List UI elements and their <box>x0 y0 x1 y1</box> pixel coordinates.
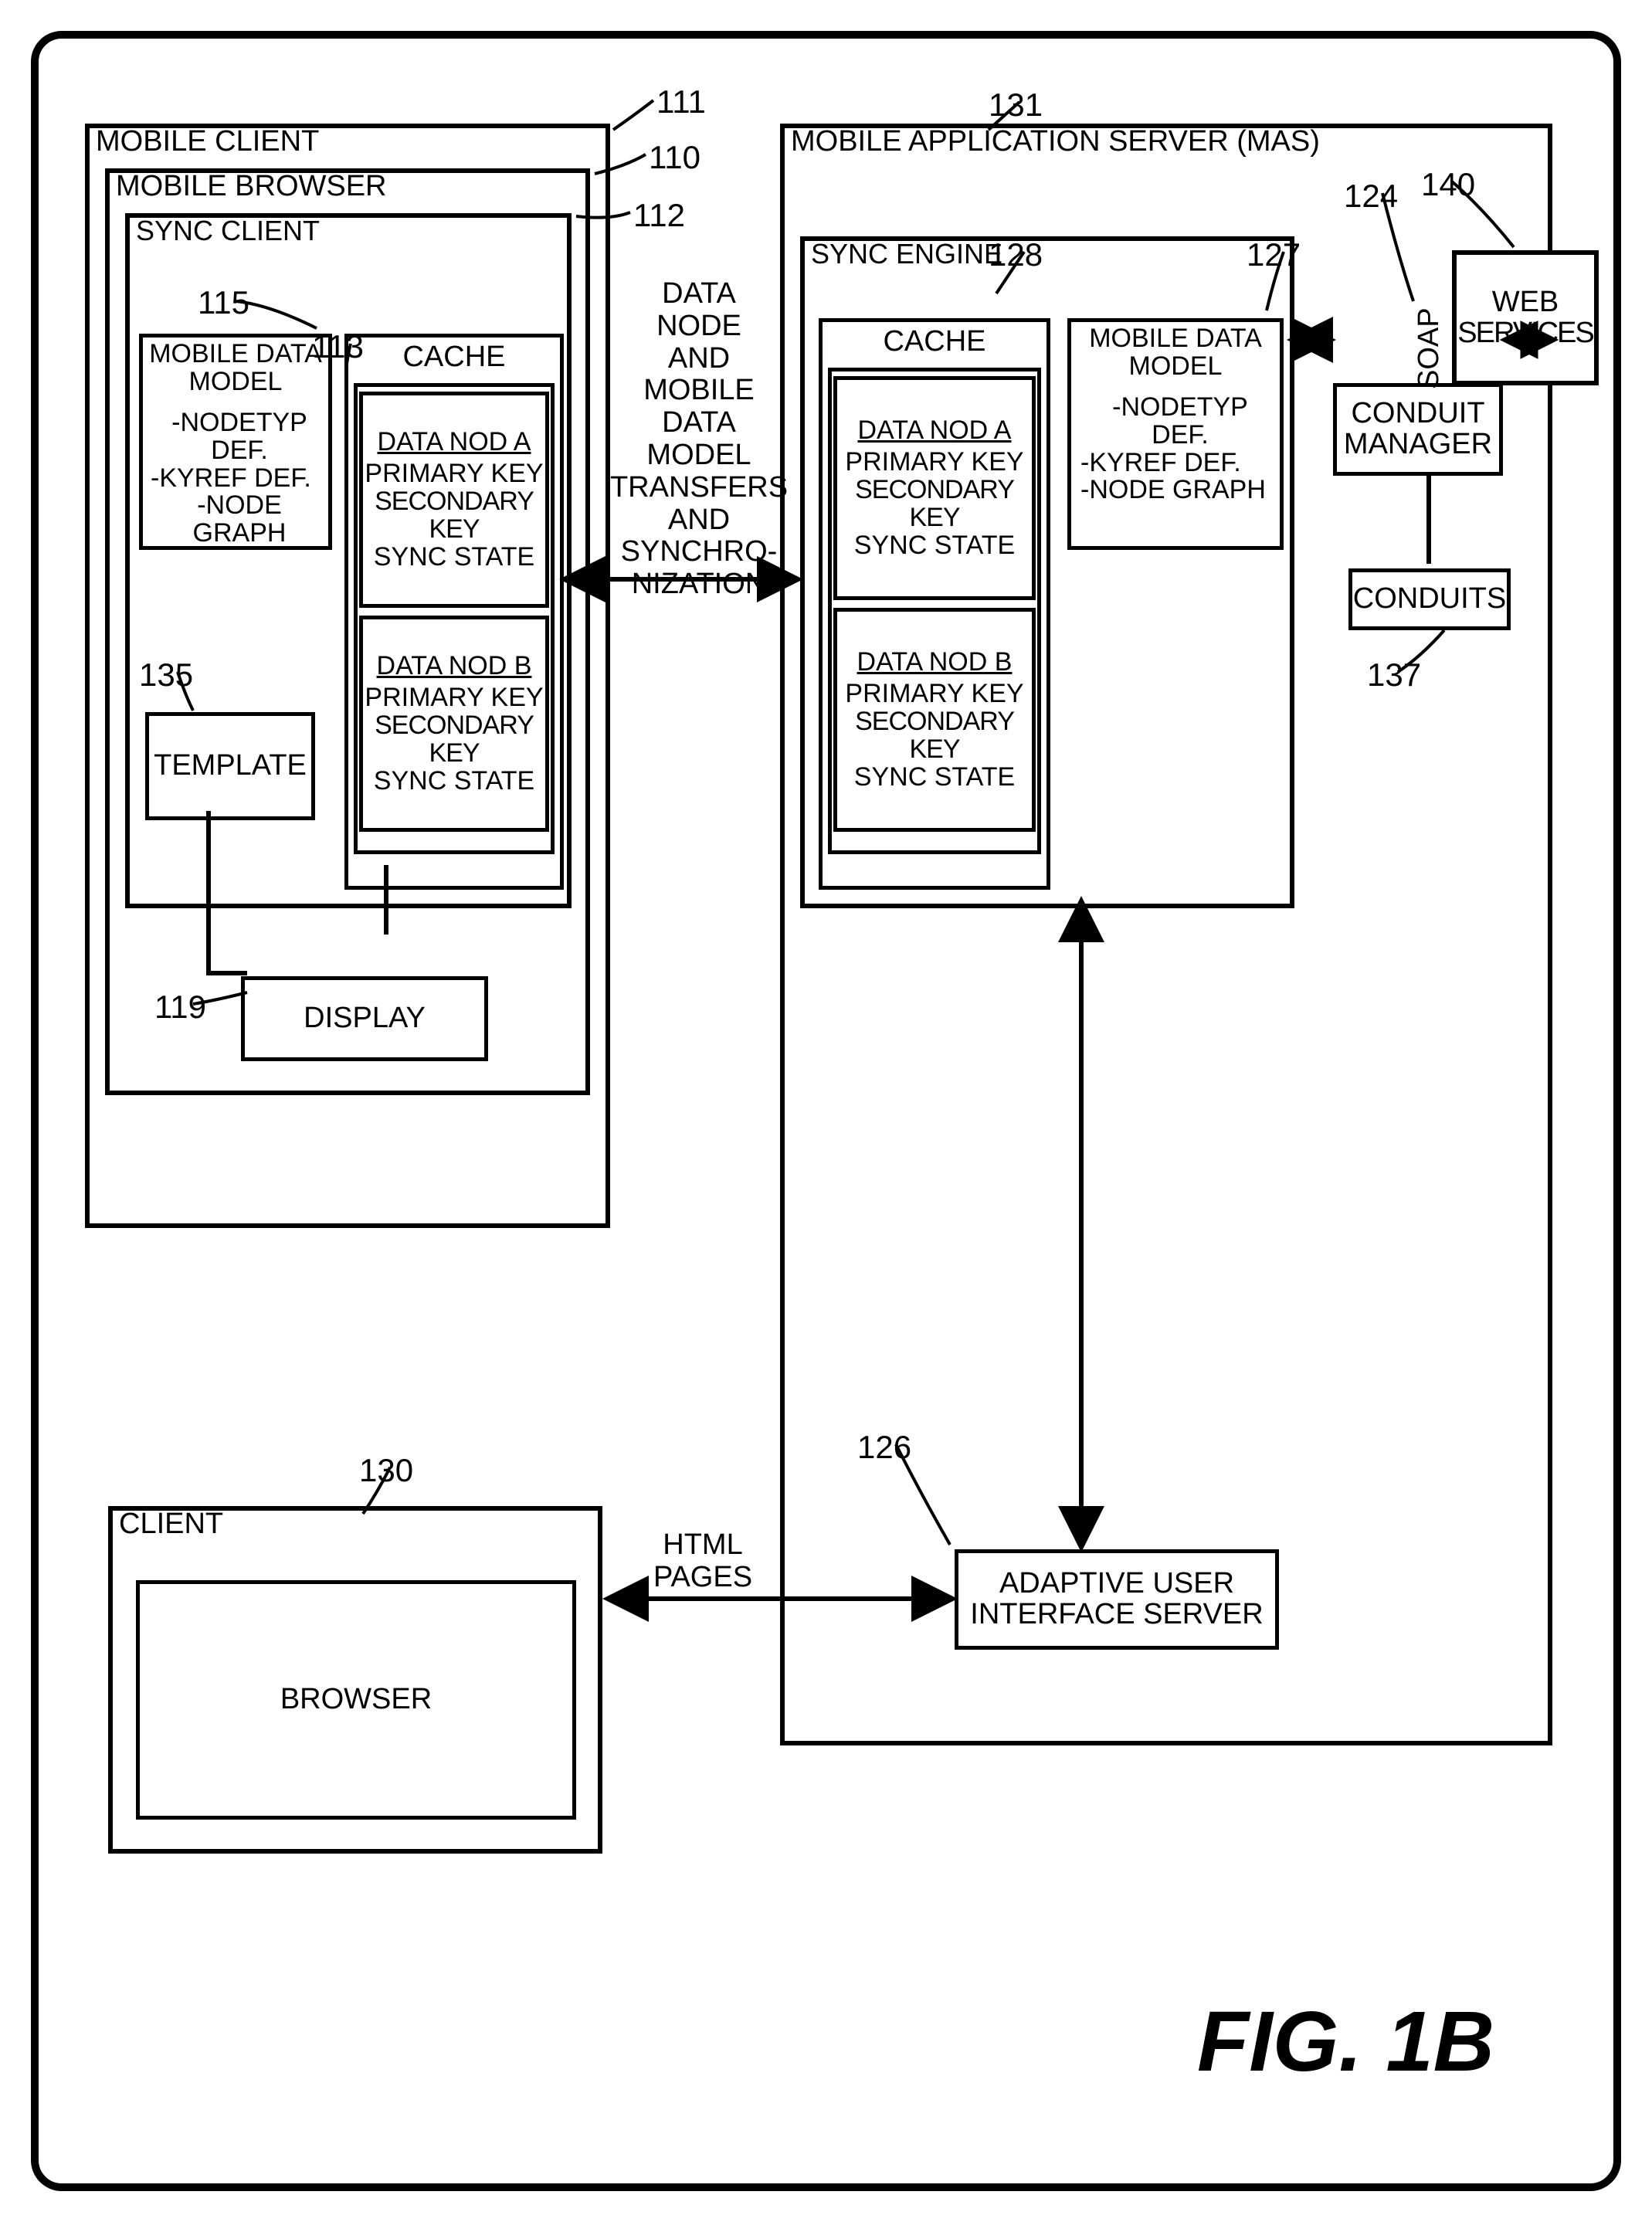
client-mdm-title2: MODEL <box>189 368 283 396</box>
client-node-a: DATA NOD A PRIMARY KEY SECONDARY KEY SYN… <box>359 392 549 608</box>
html-l2: PAGES <box>653 1562 752 1594</box>
sync-l2: AND MOBILE <box>618 343 780 408</box>
sync-l7: NIZATION <box>632 568 767 601</box>
mas-node-a-l1: PRIMARY KEY <box>845 449 1023 477</box>
mas-node-b: DATA NOD B PRIMARY KEY SECONDARY KEY SYN… <box>833 608 1036 832</box>
ref-110: 110 <box>649 139 700 176</box>
client-cache-inner: DATA NOD A PRIMARY KEY SECONDARY KEY SYN… <box>354 383 555 854</box>
conduits-box: CONDUITS <box>1348 568 1511 630</box>
ref-137: 137 <box>1367 656 1421 694</box>
client-mdm-l1: -NODETYP DEF. <box>151 409 328 464</box>
mas-node-a-t: DATA NOD A <box>857 417 1011 445</box>
display-label: DISPLAY <box>304 1003 426 1034</box>
client-node-b-l2: SECONDARY KEY <box>365 712 544 767</box>
sync-connection-label: DATA NODE AND MOBILE DATA MODEL TRANSFER… <box>618 278 780 601</box>
sync-engine-label: SYNC ENGINE <box>811 238 1002 270</box>
mas-node-b-l3: SYNC STATE <box>854 764 1015 792</box>
mas-node-b-l1: PRIMARY KEY <box>845 680 1023 708</box>
ref-112: 112 <box>633 197 685 234</box>
sync-l3: DATA MODEL <box>618 407 780 472</box>
sync-l5: AND <box>668 504 730 537</box>
web-l2: SERVICES <box>1457 318 1593 349</box>
mobile-browser-box: MOBILE BROWSER SYNC CLIENT MOBILE DATA M… <box>105 168 590 1095</box>
client-mdm-l3: -NODE GRAPH <box>151 492 328 547</box>
aui-l2: INTERFACE SERVER <box>970 1600 1263 1630</box>
mas-mdm-l3: -NODE GRAPH <box>1080 477 1266 504</box>
aui-server-box: ADAPTIVE USER INTERFACE SERVER <box>955 1549 1279 1650</box>
ref-140: 140 <box>1421 166 1475 203</box>
template-label: TEMPLATE <box>154 751 307 782</box>
conduit-mgr-l2: MANAGER <box>1344 429 1492 460</box>
ref-130: 130 <box>359 1452 413 1489</box>
mas-mdm-l2: -KYREF DEF. <box>1080 449 1241 477</box>
mobile-client-label: MOBILE CLIENT <box>96 125 319 158</box>
mas-node-a-l3: SYNC STATE <box>854 532 1015 560</box>
soap-l: SOAP <box>1413 307 1445 389</box>
figure-title: FIG. 1B <box>1197 1993 1494 2091</box>
client-node-b: DATA NOD B PRIMARY KEY SECONDARY KEY SYN… <box>359 616 549 832</box>
client-node-a-t: DATA NOD A <box>377 429 531 456</box>
client-node-b-l3: SYNC STATE <box>374 768 534 796</box>
soap-connection-label: SOAP <box>1413 307 1446 389</box>
mas-label: MOBILE APPLICATION SERVER (MAS) <box>791 125 1320 158</box>
template-box: TEMPLATE <box>145 712 315 820</box>
mas-mdm-box: MOBILE DATA MODEL -NODETYP DEF. -KYREF D… <box>1067 318 1284 550</box>
mobile-browser-label: MOBILE BROWSER <box>116 170 387 203</box>
html-l1: HTML <box>663 1529 742 1562</box>
mas-node-b-l2: SECONDARY KEY <box>839 708 1030 763</box>
ref-124: 124 <box>1344 178 1398 215</box>
aui-l1: ADAPTIVE USER <box>999 1569 1234 1600</box>
conduit-mgr-l1: CONDUIT <box>1351 399 1484 429</box>
web-l1: WEB <box>1492 287 1559 318</box>
mas-cache-box: CACHE DATA NOD A PRIMARY KEY SECONDARY K… <box>819 318 1050 890</box>
sync-client-label: SYNC CLIENT <box>136 215 320 247</box>
ref-111: 111 <box>656 83 706 120</box>
display-box: DISPLAY <box>241 976 488 1061</box>
ref-135: 135 <box>139 656 193 694</box>
ref-115: 115 <box>198 284 249 321</box>
client-node-b-t: DATA NOD B <box>377 653 532 680</box>
client-browser-label: BROWSER <box>280 1684 432 1715</box>
mas-node-a: DATA NOD A PRIMARY KEY SECONDARY KEY SYN… <box>833 376 1036 600</box>
ref-119: 119 <box>154 989 206 1026</box>
mas-cache-inner: DATA NOD A PRIMARY KEY SECONDARY KEY SYN… <box>828 368 1041 854</box>
mas-mdm-t2: MODEL <box>1129 353 1223 381</box>
conduits-label: CONDUITS <box>1353 584 1506 615</box>
client-node-a-l3: SYNC STATE <box>374 544 534 572</box>
mas-node-b-t: DATA NOD B <box>857 649 1013 677</box>
ref-126: 126 <box>857 1429 911 1466</box>
client-title: CLIENT <box>119 1508 223 1541</box>
mas-cache-label: CACHE <box>883 325 985 358</box>
client-mdm-l2: -KYREF DEF. <box>151 465 311 493</box>
client-cache-label: CACHE <box>402 341 505 374</box>
client-mdm-title1: MOBILE DATA <box>149 341 322 368</box>
html-connection-label: HTML PAGES <box>649 1529 757 1594</box>
diagram-canvas: MOBILE CLIENT MOBILE BROWSER SYNC CLIENT… <box>31 31 1621 2191</box>
mas-node-a-l2: SECONDARY KEY <box>839 477 1030 531</box>
client-node-a-l1: PRIMARY KEY <box>365 460 543 488</box>
mas-mdm-l1: -NODETYP DEF. <box>1080 394 1280 449</box>
client-browser-box: BROWSER <box>136 1580 576 1820</box>
conduit-manager-box: CONDUIT MANAGER <box>1333 383 1503 476</box>
client-node-a-l2: SECONDARY KEY <box>365 488 544 543</box>
sync-engine-box: SYNC ENGINE CACHE DATA NOD A PRIMARY KEY… <box>800 236 1294 908</box>
client-mdm-box: MOBILE DATA MODEL -NODETYP DEF. -KYREF D… <box>139 334 332 550</box>
sync-l4: TRANSFERS <box>610 472 788 504</box>
ref-128: 128 <box>989 236 1043 273</box>
web-services-box: WEB SERVICES <box>1452 250 1599 385</box>
ref-113: 113 <box>312 328 364 365</box>
ref-127: 127 <box>1247 236 1301 273</box>
sync-l6: SYNCHRO- <box>621 536 778 568</box>
sync-l1: DATA NODE <box>618 278 780 343</box>
mas-mdm-t1: MOBILE DATA <box>1089 325 1262 353</box>
client-node-b-l1: PRIMARY KEY <box>365 684 543 712</box>
sync-client-box: SYNC CLIENT MOBILE DATA MODEL -NODETYP D… <box>125 213 572 908</box>
client-cache-box: CACHE DATA NOD A PRIMARY KEY SECONDARY K… <box>344 334 564 890</box>
ref-131: 131 <box>989 87 1043 124</box>
client-box: CLIENT BROWSER <box>108 1506 602 1854</box>
